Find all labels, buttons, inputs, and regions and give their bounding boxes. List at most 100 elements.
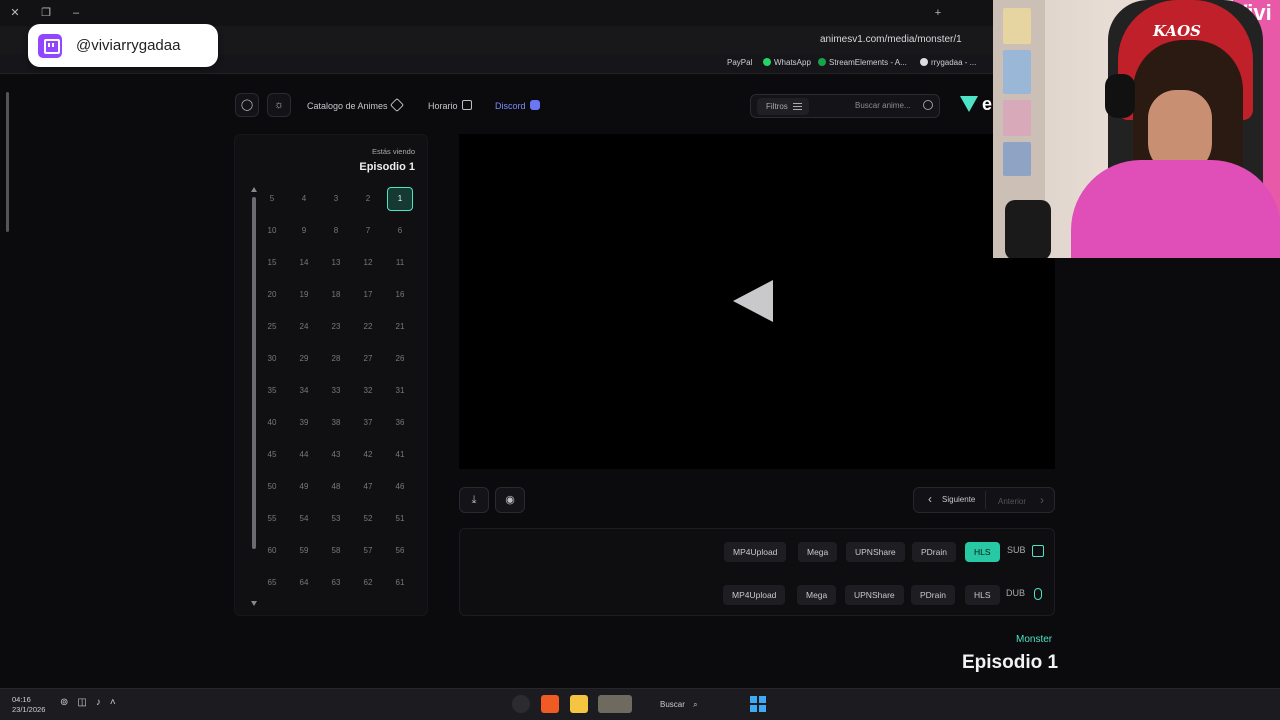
- episode-button[interactable]: 6: [387, 219, 413, 243]
- episode-button[interactable]: 26: [387, 347, 413, 371]
- episode-button[interactable]: 28: [323, 347, 349, 371]
- scrollbar-thumb[interactable]: [252, 197, 256, 549]
- episode-button[interactable]: 3: [323, 187, 349, 211]
- episode-button[interactable]: 20: [259, 283, 285, 307]
- network-icon[interactable]: ⊚: [60, 697, 68, 708]
- url-field[interactable]: animesv1.com/media/monster/1: [820, 34, 962, 45]
- minimize-icon[interactable]: –: [68, 5, 84, 21]
- site-logo[interactable]: e: [958, 94, 994, 116]
- episode-button[interactable]: 23: [323, 315, 349, 339]
- sub-server-mega[interactable]: Mega: [798, 542, 838, 562]
- filters-button[interactable]: Filtros: [757, 98, 809, 115]
- episode-button[interactable]: 31: [387, 379, 413, 403]
- episode-button[interactable]: 54: [291, 507, 317, 531]
- episode-button[interactable]: 5: [259, 187, 285, 211]
- episode-button[interactable]: 37: [355, 411, 381, 435]
- episode-button[interactable]: 16: [387, 283, 413, 307]
- scrollbar-thumb[interactable]: [6, 92, 9, 232]
- episode-button[interactable]: 29: [291, 347, 317, 371]
- volume-icon[interactable]: ◫: [77, 697, 86, 708]
- episode-button[interactable]: 60: [259, 539, 285, 563]
- restore-icon[interactable]: ❐: [38, 5, 54, 21]
- episode-button[interactable]: 56: [387, 539, 413, 563]
- episode-button[interactable]: 13: [323, 251, 349, 275]
- episode-button[interactable]: 35: [259, 379, 285, 403]
- new-tab-icon[interactable]: +: [930, 5, 946, 21]
- episode-button[interactable]: 39: [291, 411, 317, 435]
- microphone-tray-icon[interactable]: ♪: [96, 697, 101, 708]
- episode-button[interactable]: 57: [355, 539, 381, 563]
- sub-server-upnshare[interactable]: UPNShare: [846, 542, 905, 562]
- bookmark-item[interactable]: PayPal: [727, 58, 752, 67]
- dub-server-pdrain[interactable]: PDrain: [911, 585, 955, 605]
- episode-button[interactable]: 61: [387, 571, 413, 595]
- dub-server-hls[interactable]: HLS: [965, 585, 1000, 605]
- episode-button[interactable]: 59: [291, 539, 317, 563]
- episode-button[interactable]: 53: [323, 507, 349, 531]
- episode-button[interactable]: 2: [355, 187, 381, 211]
- nav-catalog[interactable]: Catalogo de Animes: [307, 97, 404, 113]
- episode-button[interactable]: 44: [291, 443, 317, 467]
- episode-button[interactable]: 19: [291, 283, 317, 307]
- episode-button[interactable]: 47: [355, 475, 381, 499]
- previous-episode-button[interactable]: Anterior: [998, 491, 1044, 511]
- episode-button[interactable]: 9: [291, 219, 317, 243]
- bookmark-item[interactable]: WhatsApp: [763, 58, 811, 67]
- file-explorer-icon[interactable]: [570, 695, 588, 713]
- taskbar-search[interactable]: Buscar ⌕: [660, 696, 740, 714]
- search-box[interactable]: Filtros Buscar anime...: [750, 94, 940, 118]
- episode-button[interactable]: 22: [355, 315, 381, 339]
- account-button[interactable]: ◯: [235, 93, 259, 117]
- episode-button[interactable]: 24: [291, 315, 317, 339]
- brave-icon[interactable]: [541, 695, 559, 713]
- windows-start-icon[interactable]: [750, 696, 766, 712]
- episode-button[interactable]: 10: [259, 219, 285, 243]
- episode-button[interactable]: 46: [387, 475, 413, 499]
- episode-button[interactable]: 45: [259, 443, 285, 467]
- episode-button[interactable]: 38: [323, 411, 349, 435]
- episode-button[interactable]: 43: [323, 443, 349, 467]
- episode-button[interactable]: 12: [355, 251, 381, 275]
- episode-button[interactable]: 64: [291, 571, 317, 595]
- nav-schedule[interactable]: Horario: [428, 100, 472, 111]
- sub-server-mp4upload[interactable]: MP4Upload: [724, 542, 787, 562]
- episode-button[interactable]: 30: [259, 347, 285, 371]
- bookmark-item[interactable]: StreamElements - A...: [818, 58, 907, 67]
- episode-button[interactable]: 1: [387, 187, 413, 211]
- close-icon[interactable]: ✕: [7, 5, 23, 21]
- widgets-icon[interactable]: [598, 695, 632, 713]
- episode-button[interactable]: 52: [355, 507, 381, 531]
- chevron-up-icon[interactable]: ˄: [110, 697, 116, 708]
- episode-button[interactable]: 40: [259, 411, 285, 435]
- episode-button[interactable]: 48: [323, 475, 349, 499]
- episode-button[interactable]: 8: [323, 219, 349, 243]
- series-title[interactable]: Monster: [1016, 634, 1052, 645]
- episode-button[interactable]: 4: [291, 187, 317, 211]
- bookmark-item[interactable]: rrygadaa - ...: [920, 58, 976, 67]
- episode-button[interactable]: 34: [291, 379, 317, 403]
- download-button[interactable]: ⤓: [459, 487, 489, 513]
- episode-list-scrollbar[interactable]: [251, 185, 257, 609]
- episode-button[interactable]: 21: [387, 315, 413, 339]
- episode-button[interactable]: 51: [387, 507, 413, 531]
- episode-button[interactable]: 50: [259, 475, 285, 499]
- nav-discord[interactable]: Discord: [495, 100, 540, 111]
- episode-button[interactable]: 42: [355, 443, 381, 467]
- episode-button[interactable]: 25: [259, 315, 285, 339]
- episode-button[interactable]: 32: [355, 379, 381, 403]
- episode-button[interactable]: 36: [387, 411, 413, 435]
- obs-icon[interactable]: [512, 695, 530, 713]
- scroll-up-arrow-icon[interactable]: [251, 187, 257, 192]
- dub-server-mp4upload[interactable]: MP4Upload: [723, 585, 786, 605]
- page-scrollbar[interactable]: [5, 84, 10, 684]
- episode-button[interactable]: 15: [259, 251, 285, 275]
- episode-button[interactable]: 55: [259, 507, 285, 531]
- search-input[interactable]: Buscar anime...: [855, 101, 911, 110]
- video-player[interactable]: [459, 134, 1055, 469]
- theme-toggle-button[interactable]: ☼: [267, 93, 291, 117]
- watched-toggle-button[interactable]: ◉: [495, 487, 525, 513]
- dub-server-upnshare[interactable]: UPNShare: [845, 585, 904, 605]
- episode-button[interactable]: 63: [323, 571, 349, 595]
- episode-button[interactable]: 27: [355, 347, 381, 371]
- episode-button[interactable]: 41: [387, 443, 413, 467]
